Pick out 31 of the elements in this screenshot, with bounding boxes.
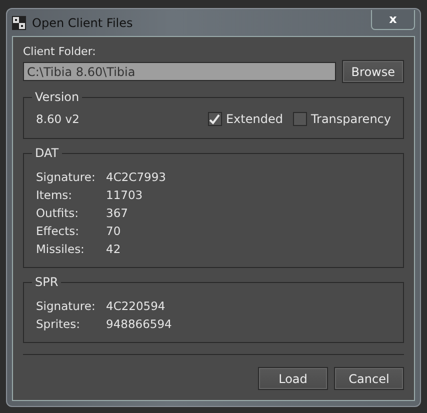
field-label: Signature: <box>36 170 96 184</box>
checkbox-label: Transparency <box>310 112 391 126</box>
field-label: Outfits: <box>36 206 80 220</box>
field-label: Items: <box>36 188 74 202</box>
field-label: Client Folder: <box>23 45 97 58</box>
checkmark-icon <box>209 114 220 124</box>
field-label: Missiles: <box>36 242 86 256</box>
checkbox[interactable] <box>208 112 222 126</box>
field-value: 948866594 <box>106 317 172 331</box>
field-label: Effects: <box>36 224 80 238</box>
group-title: DAT <box>32 146 62 160</box>
checkbox-label: Extended <box>226 112 283 126</box>
field-label: Sprites: <box>36 317 81 331</box>
close-button[interactable]: x <box>371 10 415 30</box>
folder-path-field[interactable]: C:\Tibia 8.60\Tibia <box>23 62 336 81</box>
field-value: 70 <box>106 224 121 238</box>
field-label: Signature: <box>36 299 96 313</box>
field-value: 11703 <box>106 188 143 202</box>
group-title: SPR <box>32 275 62 289</box>
load-button[interactable]: Load <box>258 367 328 390</box>
field-value: 367 <box>106 206 128 220</box>
checkbox[interactable] <box>292 112 307 126</box>
group-title: Version <box>32 90 82 104</box>
field-value: 42 <box>106 242 121 256</box>
cancel-button[interactable]: Cancel <box>334 367 404 390</box>
window-title: Open Client Files <box>32 16 134 30</box>
browse-button[interactable]: Browse <box>342 60 404 83</box>
version-value: 8.60 v2 <box>36 112 80 126</box>
field-value: 4C2C7993 <box>106 170 166 184</box>
field-value: 4C220594 <box>106 299 166 313</box>
app-icon <box>12 16 26 30</box>
